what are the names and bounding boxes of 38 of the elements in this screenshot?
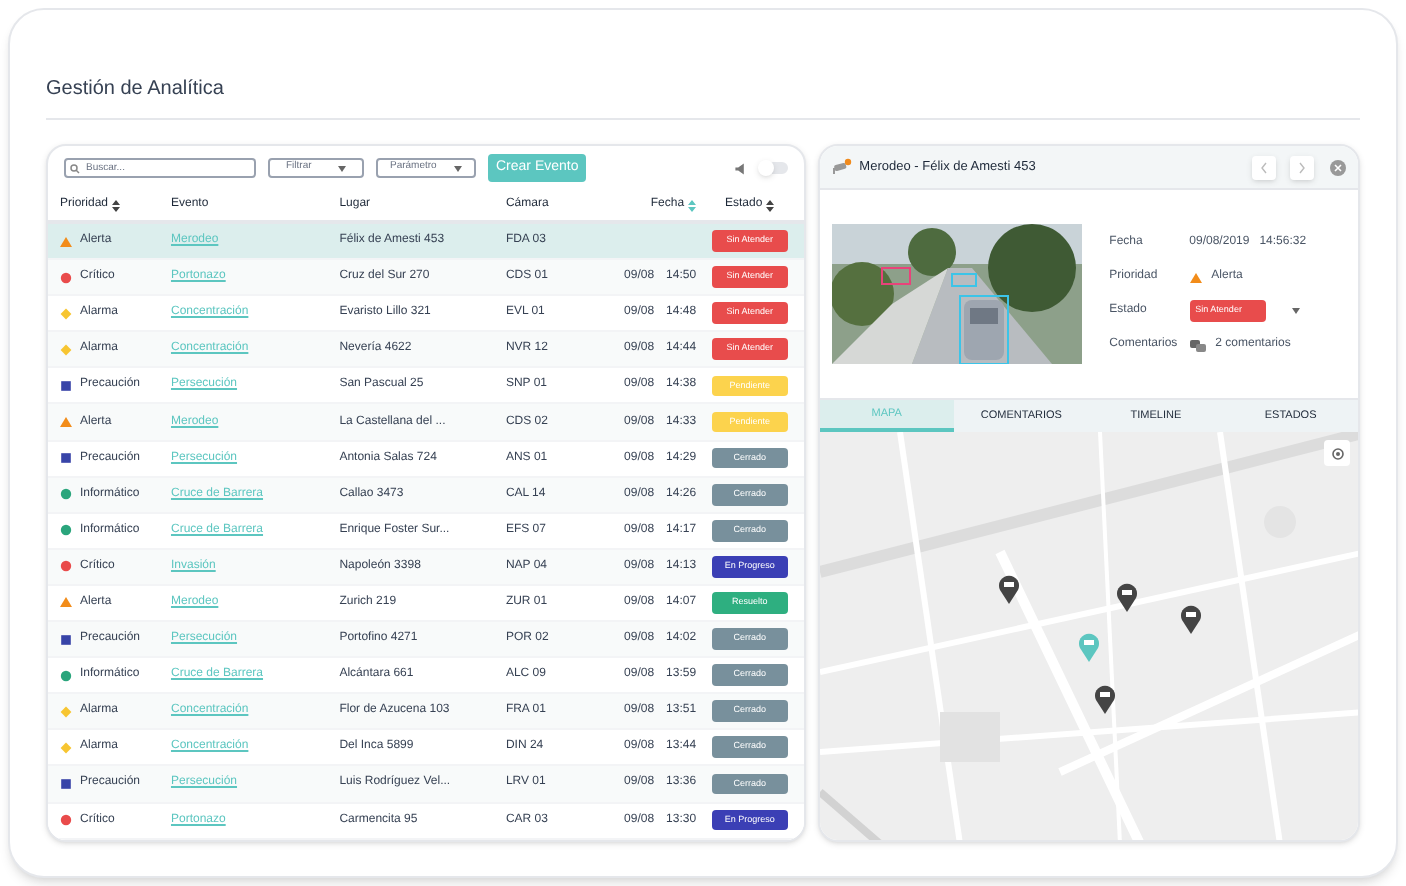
crosshair-icon [1329,445,1345,461]
circle-icon [60,271,72,284]
circle-icon [60,524,72,537]
square-icon [60,379,72,392]
square-icon [60,633,72,646]
triangle-icon [1189,271,1202,283]
camera-icon [831,158,852,176]
sort-icon[interactable] [112,199,121,211]
chevron-right-icon [1298,161,1306,173]
diamond-icon [60,343,72,356]
chevron-left-icon [1260,161,1268,173]
sound-toggle[interactable] [759,162,788,174]
circle-icon [60,560,72,573]
chat-icon [1189,339,1206,351]
sort-icon[interactable] [766,199,775,211]
locate-button[interactable] [1324,440,1350,466]
diamond-icon [60,307,72,320]
circle-icon [60,669,72,682]
triangle-icon [60,596,72,609]
circle-icon [60,488,72,501]
map-pin-icon[interactable] [997,574,1020,605]
square-icon [60,452,72,465]
triangle-icon [60,416,72,429]
caret-icon [1291,308,1300,314]
map-pin-icon[interactable] [1180,603,1203,634]
caret-icon [454,165,462,171]
map-pin-icon[interactable] [1094,684,1117,715]
square-icon [60,777,72,790]
close-icon[interactable] [1330,159,1346,175]
circle-icon [60,814,72,827]
page-title: Gestión de Analítica [46,78,224,100]
map-pin-icon[interactable] [1115,582,1138,613]
search-icon [70,163,80,173]
triangle-icon [60,235,72,248]
diamond-icon [60,741,72,754]
diamond-icon [60,705,72,718]
caret-icon [338,165,346,171]
speaker-icon [733,161,748,175]
